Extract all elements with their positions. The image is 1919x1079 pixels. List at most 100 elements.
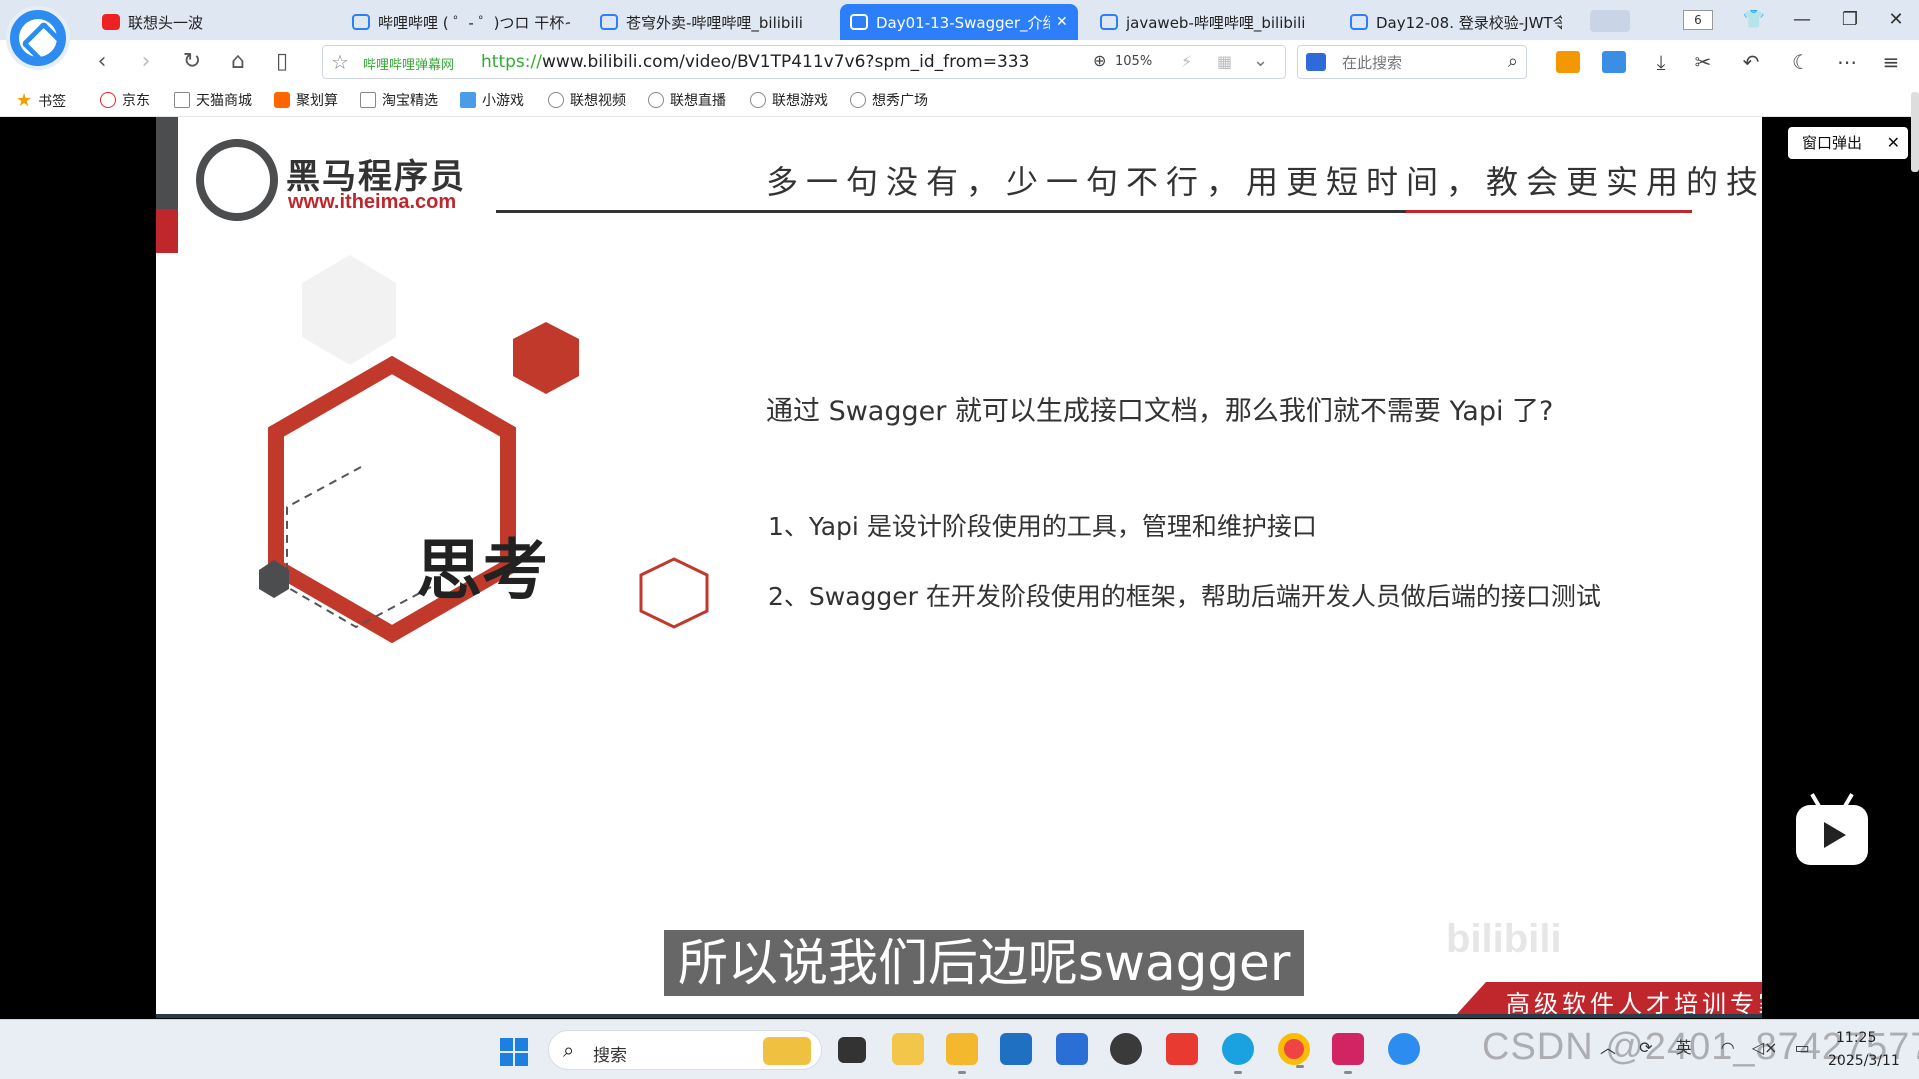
menu-icon[interactable]: ≡ xyxy=(1878,49,1904,75)
address-bar[interactable]: ☆ 哔哩哔哩弹幕网 https://www.bilibili.com/video… xyxy=(322,45,1286,79)
night-mode-icon[interactable]: ☾ xyxy=(1788,49,1814,75)
search-engine-icon[interactable] xyxy=(1306,53,1326,71)
search-icon: ⌕ xyxy=(563,1038,575,1062)
bookmark-item[interactable]: 淘宝精选 xyxy=(360,90,438,110)
tab-day12[interactable]: Day12-08. 登录校验-JWT令 xyxy=(1340,4,1572,40)
hexagon-decoration xyxy=(259,255,709,644)
taskbar-search[interactable]: ⌕ 搜索 xyxy=(548,1030,822,1070)
forward-icon[interactable]: › xyxy=(132,48,160,76)
windows-start-icon[interactable] xyxy=(500,1038,528,1066)
bilibili-icon xyxy=(352,14,370,30)
window-close-icon[interactable]: ✕ xyxy=(1878,6,1914,34)
bookmark-item[interactable]: ★ 书签 xyxy=(16,90,66,111)
system-tray[interactable]: ︿ ⟳ 英 ◠ ◁× ▭ xyxy=(1600,1034,1810,1058)
tab-bilibili-home[interactable]: 哔哩哔哩 ( ゜- ゜)つロ 干杯~ xyxy=(342,4,580,40)
search-box[interactable]: ⌕ xyxy=(1297,45,1527,79)
bookmark-item[interactable]: 联想视频 xyxy=(548,90,626,110)
close-icon[interactable]: ✕ xyxy=(1887,127,1900,159)
shirt-skin-icon[interactable]: 👕 xyxy=(1736,6,1772,34)
back-icon[interactable]: ‹ xyxy=(88,48,116,76)
play-icon[interactable] xyxy=(1796,793,1868,865)
new-tab-button[interactable] xyxy=(1590,10,1630,32)
clock-date[interactable]: 2025/3/11 xyxy=(1828,1053,1900,1069)
file-explorer-icon[interactable] xyxy=(946,1033,978,1074)
tab-label: Day12-08. 登录校验-JWT令 xyxy=(1376,13,1562,32)
search-input[interactable] xyxy=(1342,52,1482,74)
url-text[interactable]: https://www.bilibili.com/video/BV1TP411v… xyxy=(481,52,1031,72)
bilibili-icon xyxy=(850,14,868,30)
chrome-icon[interactable] xyxy=(1278,1033,1310,1068)
tmall-icon xyxy=(174,92,190,108)
clock-time[interactable]: 11:25 xyxy=(1836,1030,1876,1046)
bilibili-icon xyxy=(600,14,618,30)
search-highlight-icon xyxy=(763,1037,811,1065)
bilibili-icon xyxy=(1350,14,1368,30)
tab-label: 联想头一波 xyxy=(128,13,204,32)
popout-button[interactable]: 窗口弹出 ✕ xyxy=(1788,127,1908,159)
undo-icon[interactable]: ↶ xyxy=(1738,49,1764,75)
bookmark-item[interactable]: 想秀广场 xyxy=(850,90,928,110)
lenovo-app-icon[interactable] xyxy=(1056,1033,1088,1065)
bookmark-item[interactable]: 天猫商城 xyxy=(174,90,252,110)
share-icon[interactable] xyxy=(1602,51,1626,73)
chevron-up-icon[interactable]: ︿ xyxy=(1600,1038,1616,1057)
tab-counter[interactable]: 6 xyxy=(1683,10,1713,30)
browser-logo-icon[interactable] xyxy=(6,6,70,70)
tab-swagger-active[interactable]: Day01-13-Swagger_介绍 ✕ xyxy=(840,4,1078,40)
wps-icon[interactable] xyxy=(1166,1033,1198,1065)
juhuasuan-icon xyxy=(274,92,290,108)
tab-cangqiong[interactable]: 苍穹外卖-哔哩哔哩_bilibili xyxy=(590,4,830,40)
scissors-icon[interactable]: ✂ xyxy=(1690,49,1716,75)
bookmark-item[interactable]: 小游戏 xyxy=(460,90,524,110)
reload-icon[interactable]: ↻ xyxy=(178,48,206,76)
edge-icon[interactable] xyxy=(1222,1033,1254,1074)
scrollbar[interactable] xyxy=(1911,92,1919,172)
wechat-icon[interactable] xyxy=(1110,1033,1142,1065)
task-view-icon[interactable] xyxy=(838,1037,866,1063)
jd-icon xyxy=(100,92,116,108)
tray-app-icon[interactable]: ⟳ xyxy=(1639,1038,1652,1057)
qr-code-icon[interactable]: ▦ xyxy=(1217,52,1232,71)
battery-icon[interactable]: ▭ xyxy=(1795,1038,1810,1057)
video-subtitle: 所以说我们后边呢swagger xyxy=(664,930,1305,996)
tab-bar: 联想头一波 哔哩哔哩 ( ゜- ゜)つロ 干杯~ 苍穹外卖-哔哩哔哩_bilib… xyxy=(0,0,1919,70)
intellij-icon[interactable] xyxy=(1332,1033,1364,1074)
site-label: 哔哩哔哩弹幕网 xyxy=(363,58,455,73)
browser-app-icon[interactable] xyxy=(1388,1033,1420,1065)
reading-mode-icon[interactable]: ▯ xyxy=(268,48,296,76)
globe-icon xyxy=(548,92,564,108)
extension-icon[interactable] xyxy=(1556,51,1580,73)
windows-taskbar: CSDN @2401_87427577 ⌕ 搜索 ︿ ⟳ 英 ◠ ◁× ▭ 11… xyxy=(0,1019,1919,1079)
wifi-icon[interactable]: ◠ xyxy=(1721,1038,1735,1057)
lightning-icon[interactable]: ⚡ xyxy=(1181,52,1192,71)
bookmark-item[interactable]: 聚划算 xyxy=(274,90,338,110)
minimize-icon[interactable]: — xyxy=(1784,6,1820,34)
download-icon[interactable]: ⤓ xyxy=(1648,49,1674,75)
chevron-down-icon[interactable]: ⌄ xyxy=(1253,50,1268,71)
store-icon[interactable] xyxy=(1000,1033,1032,1065)
search-icon[interactable]: ⌕ xyxy=(1508,51,1518,72)
restore-icon[interactable]: ❐ xyxy=(1832,6,1868,34)
input-language[interactable]: 英 xyxy=(1676,1038,1692,1057)
bilibili-icon xyxy=(1100,14,1118,30)
popout-label: 窗口弹出 xyxy=(1802,134,1863,152)
bilibili-watermark: bilibili xyxy=(1446,917,1562,961)
video-progress-bar[interactable] xyxy=(156,1014,1762,1018)
zoom-icon[interactable]: ⊕ xyxy=(1093,51,1106,70)
bookmark-item[interactable]: 联想游戏 xyxy=(750,90,828,110)
bookmark-item[interactable]: 联想直播 xyxy=(648,90,726,110)
star-icon: ★ xyxy=(16,90,33,111)
widgets-icon[interactable] xyxy=(892,1033,924,1065)
taobao-icon xyxy=(360,92,376,108)
video-player[interactable]: 黑马程序员 www.itheima.com 多一句没有，少一句不行，用更短时间，… xyxy=(0,117,1919,1017)
bookmark-item[interactable]: 京东 xyxy=(100,90,150,110)
zoom-level[interactable]: 105% xyxy=(1115,54,1152,69)
home-icon[interactable]: ⌂ xyxy=(224,48,252,76)
tab-lenovo[interactable]: 联想头一波 xyxy=(92,4,332,40)
close-icon[interactable]: ✕ xyxy=(1056,14,1068,30)
more-icon[interactable]: ⋯ xyxy=(1834,49,1860,75)
taskbar-search-placeholder: 搜索 xyxy=(593,1046,627,1066)
bookmark-star-icon[interactable]: ☆ xyxy=(331,50,349,74)
volume-icon[interactable]: ◁× xyxy=(1752,1038,1778,1057)
tab-javaweb[interactable]: javaweb-哔哩哔哩_bilibili xyxy=(1090,4,1330,40)
